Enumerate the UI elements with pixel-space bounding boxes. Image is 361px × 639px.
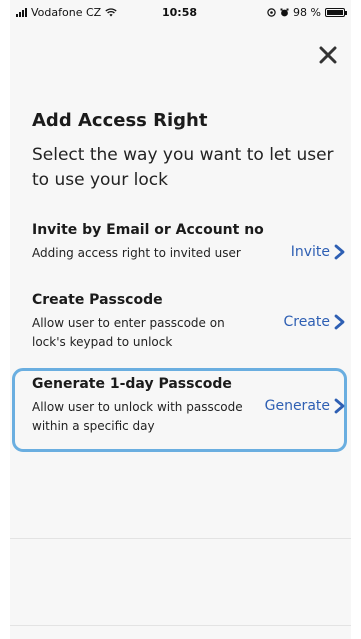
battery-icon (325, 8, 347, 17)
invite-label: Invite (290, 244, 330, 260)
option-description: Adding access right to invited user (32, 246, 241, 260)
generate-label: Generate (264, 398, 330, 414)
status-time: 10:58 (162, 6, 198, 19)
battery-level (327, 10, 343, 15)
alarm-icon (280, 8, 289, 17)
app-screen: Vodafone CZ 10:58 98 % Add Access Right … (10, 0, 351, 639)
option-description: Allow user to unlock with passcode withi… (32, 400, 243, 433)
wifi-icon (105, 8, 117, 17)
close-button[interactable] (313, 40, 343, 70)
divider (10, 625, 351, 626)
page-title: Add Access Right (32, 110, 208, 131)
chevron-right-icon (334, 398, 345, 414)
option-title: Create Passcode (32, 292, 163, 308)
option-title: Invite by Email or Account no (32, 222, 264, 238)
option-title: Generate 1-day Passcode (32, 376, 232, 392)
close-icon (319, 46, 337, 64)
create-button[interactable]: Create (283, 314, 345, 330)
status-bar: Vodafone CZ 10:58 98 % (10, 0, 351, 24)
battery-percent: 98 % (293, 6, 321, 19)
location-icon (267, 8, 276, 17)
status-right: 98 % (267, 6, 347, 19)
page-subtitle: Select the way you want to let user to u… (32, 145, 334, 190)
option-invite[interactable]: Invite by Email or Account no Adding acc… (32, 222, 347, 284)
option-create-passcode[interactable]: Create Passcode Allow user to enter pass… (32, 292, 347, 354)
signal-strength-icon (16, 8, 27, 17)
option-generate-1-day-passcode[interactable]: Generate 1-day Passcode Allow user to un… (32, 376, 347, 438)
generate-button[interactable]: Generate (265, 398, 345, 414)
create-label: Create (283, 314, 330, 330)
chevron-right-icon (334, 244, 345, 260)
divider (10, 538, 351, 539)
carrier-name: Vodafone CZ (31, 6, 102, 19)
status-left: Vodafone CZ (16, 6, 117, 19)
option-description: Allow user to enter passcode on lock's k… (32, 316, 225, 349)
invite-button[interactable]: Invite (291, 244, 345, 260)
chevron-right-icon (334, 314, 345, 330)
